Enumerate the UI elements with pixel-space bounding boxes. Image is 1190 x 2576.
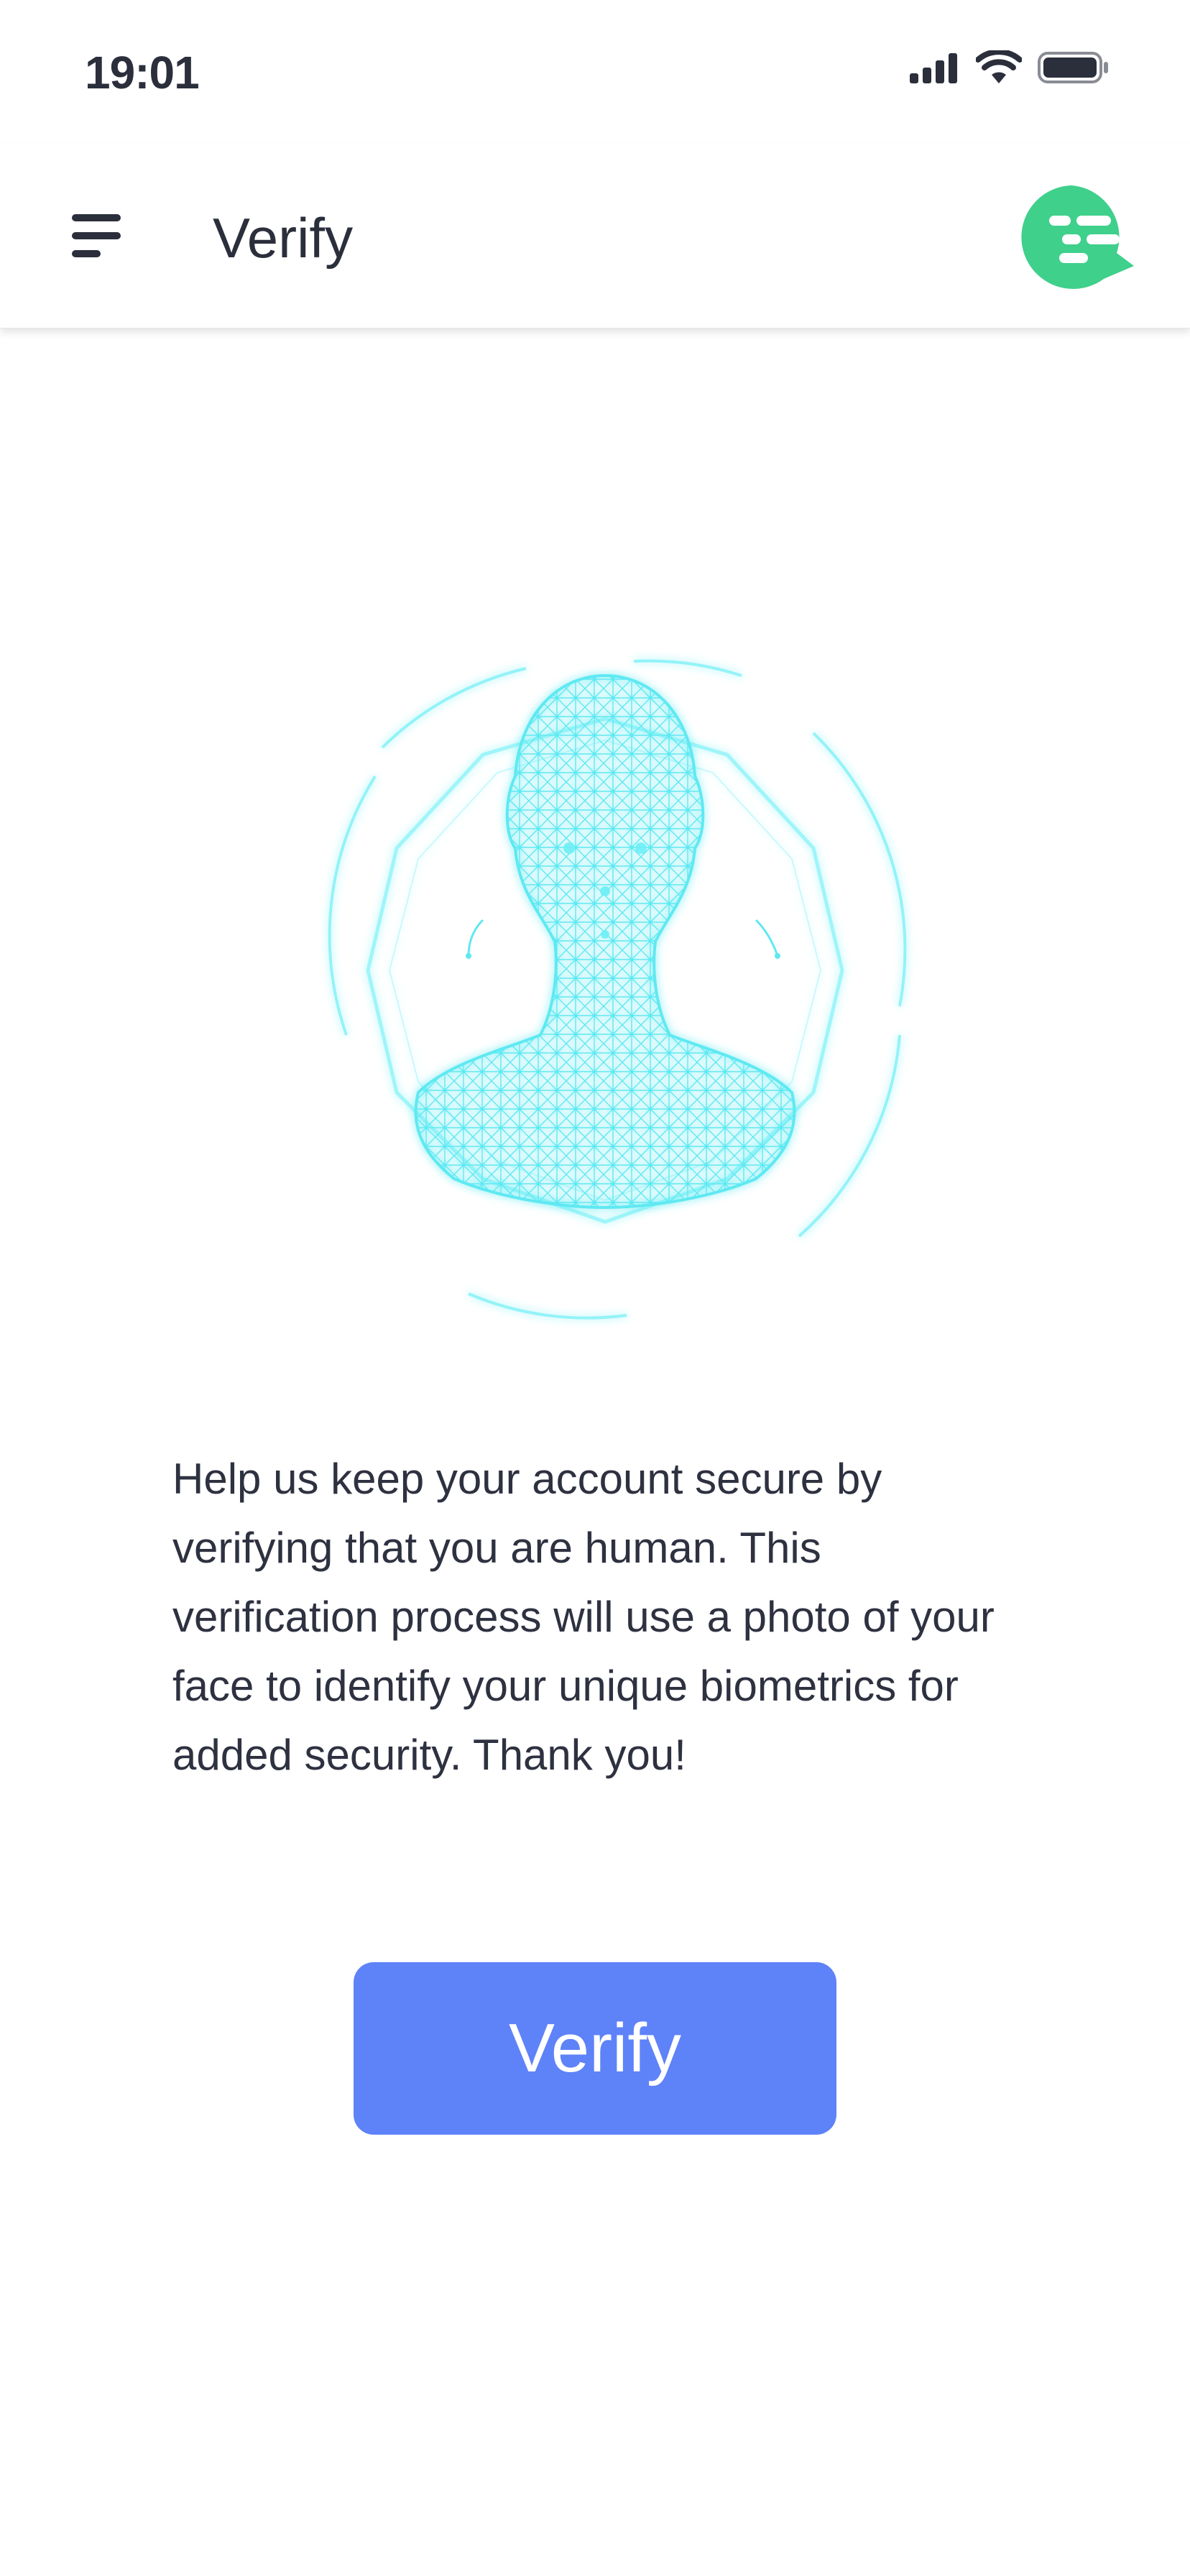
chat-bubble-icon[interactable] (1018, 184, 1140, 292)
face-scan-illustration (267, 632, 943, 1337)
status-time: 19:01 (85, 47, 200, 98)
status-icons (910, 50, 1110, 85)
signal-icon (910, 53, 957, 83)
verify-button[interactable]: Verify (354, 1962, 836, 2135)
status-bar: 19:01 (0, 0, 1190, 144)
hamburger-menu-icon[interactable] (66, 213, 126, 259)
wifi-icon (976, 50, 1022, 83)
verification-description: Help us keep your account secure by veri… (172, 1455, 995, 1779)
face-mesh-image (328, 659, 907, 1320)
page-title: Verify (213, 206, 354, 270)
battery-icon (1038, 52, 1108, 83)
app-header: Verify (0, 144, 1190, 328)
